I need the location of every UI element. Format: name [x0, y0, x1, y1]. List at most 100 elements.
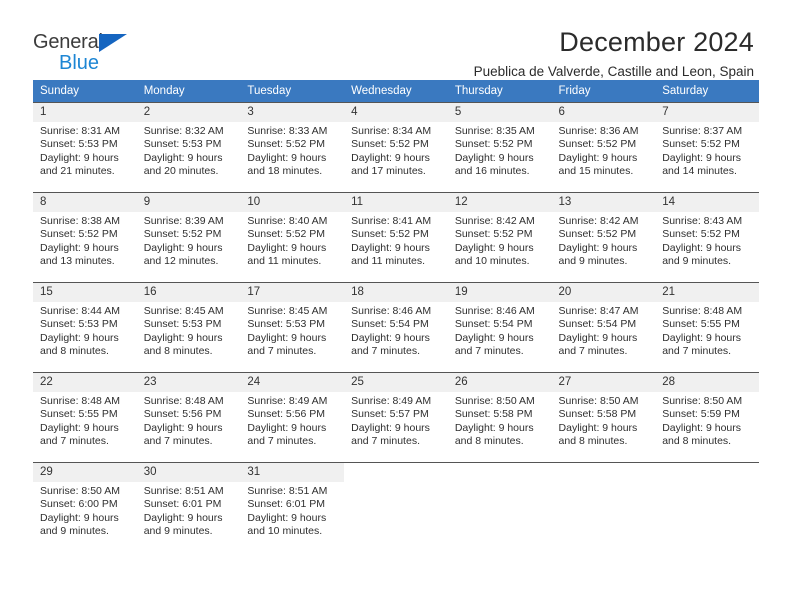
day-info: Sunrise: 8:33 AM Sunset: 5:52 PM Dayligh… — [240, 122, 344, 179]
day-cell[interactable]: 17 Sunrise: 8:45 AM Sunset: 5:53 PM Dayl… — [240, 282, 345, 358]
day-cell[interactable]: 9 Sunrise: 8:39 AM Sunset: 5:52 PM Dayli… — [136, 192, 241, 268]
daylight-text-line2: and 15 minutes. — [558, 165, 634, 178]
day-cell[interactable]: 22 Sunrise: 8:48 AM Sunset: 5:55 PM Dayl… — [33, 372, 137, 448]
sunrise-text: Sunrise: 8:47 AM — [558, 305, 639, 317]
daylight-text-line1: Daylight: 9 hours — [558, 331, 638, 344]
day-cell[interactable]: 20 Sunrise: 8:47 AM Sunset: 5:54 PM Dayl… — [551, 282, 656, 358]
title-block: December 2024 Pueblica de Valverde, Cast… — [141, 26, 756, 82]
week-spacer — [33, 358, 759, 373]
day-cell[interactable]: 11 Sunrise: 8:41 AM Sunset: 5:52 PM Dayl… — [344, 192, 448, 268]
sunrise-text: Sunrise: 8:35 AM — [454, 125, 535, 137]
day-info: Sunrise: 8:51 AM Sunset: 6:01 PM Dayligh… — [137, 482, 241, 539]
day-info: Sunrise: 8:43 AM Sunset: 5:52 PM Dayligh… — [655, 212, 759, 269]
daylight-text-line2: and 9 minutes. — [143, 525, 213, 538]
daylight-text-line2: and 21 minutes. — [40, 165, 115, 178]
weekday-header-sunday: Sunday — [33, 80, 137, 103]
daylight-text-line2: and 11 minutes. — [247, 255, 322, 268]
sunset-text: Sunset: 5:56 PM — [247, 408, 326, 421]
day-cell[interactable]: 7 Sunrise: 8:37 AM Sunset: 5:52 PM Dayli… — [655, 102, 759, 178]
daylight-text-line1: Daylight: 9 hours — [662, 241, 742, 254]
week-spacer — [33, 268, 759, 283]
sunrise-text: Sunrise: 8:48 AM — [40, 395, 120, 407]
day-info: Sunrise: 8:48 AM Sunset: 5:56 PM Dayligh… — [137, 392, 241, 449]
day-cell[interactable]: 29 Sunrise: 8:50 AM Sunset: 6:00 PM Dayl… — [33, 462, 137, 539]
daylight-text-line2: and 10 minutes. — [247, 525, 323, 538]
day-info: Sunrise: 8:50 AM Sunset: 5:59 PM Dayligh… — [655, 392, 759, 449]
generalblue-logo[interactable]: General Blue — [33, 26, 141, 74]
day-cell[interactable]: 19 Sunrise: 8:46 AM Sunset: 5:54 PM Dayl… — [447, 282, 552, 358]
sunset-text: Sunset: 5:54 PM — [454, 318, 533, 331]
day-cell[interactable]: 10 Sunrise: 8:40 AM Sunset: 5:52 PM Dayl… — [240, 192, 345, 268]
day-number: 3 — [240, 103, 345, 122]
day-cell[interactable]: 6 Sunrise: 8:36 AM Sunset: 5:52 PM Dayli… — [551, 102, 656, 178]
sunrise-text: Sunrise: 8:34 AM — [351, 125, 432, 137]
daylight-text-line1: Daylight: 9 hours — [662, 151, 742, 164]
day-info: Sunrise: 8:50 AM Sunset: 6:00 PM Dayligh… — [33, 482, 137, 539]
sunset-text: Sunset: 6:00 PM — [40, 498, 118, 511]
day-cell[interactable]: 23 Sunrise: 8:48 AM Sunset: 5:56 PM Dayl… — [136, 372, 241, 449]
day-number: 29 — [33, 463, 137, 482]
daylight-text-line1: Daylight: 9 hours — [247, 241, 327, 254]
day-cell[interactable]: 8 Sunrise: 8:38 AM Sunset: 5:52 PM Dayli… — [33, 192, 137, 268]
sunrise-text: Sunrise: 8:37 AM — [662, 125, 743, 137]
daylight-text-line2: and 9 minutes. — [558, 255, 628, 268]
sunrise-text: Sunrise: 8:38 AM — [40, 215, 120, 227]
day-cell[interactable]: 1 Sunrise: 8:31 AM Sunset: 5:53 PM Dayli… — [33, 102, 137, 178]
day-cell[interactable]: 15 Sunrise: 8:44 AM Sunset: 5:53 PM Dayl… — [33, 282, 137, 358]
day-cell[interactable]: 26 Sunrise: 8:50 AM Sunset: 5:58 PM Dayl… — [447, 372, 552, 448]
daylight-text-line1: Daylight: 9 hours — [143, 241, 223, 254]
day-cell[interactable]: 3 Sunrise: 8:33 AM Sunset: 5:52 PM Dayli… — [240, 102, 345, 179]
daylight-text-line1: Daylight: 9 hours — [351, 151, 430, 164]
sunset-text: Sunset: 5:54 PM — [558, 318, 637, 331]
sunset-text: Sunset: 5:58 PM — [454, 408, 533, 421]
week-spacer — [33, 448, 759, 463]
day-cell[interactable]: 18 Sunrise: 8:46 AM Sunset: 5:54 PM Dayl… — [344, 282, 448, 358]
day-number: 14 — [655, 193, 759, 212]
day-cell[interactable]: 2 Sunrise: 8:32 AM Sunset: 5:53 PM Dayli… — [136, 102, 241, 178]
daylight-text-line1: Daylight: 9 hours — [247, 151, 327, 164]
daylight-text-line1: Daylight: 9 hours — [247, 421, 327, 434]
sunrise-text: Sunrise: 8:39 AM — [143, 215, 224, 227]
day-cell[interactable]: 28 Sunrise: 8:50 AM Sunset: 5:59 PM Dayl… — [655, 372, 759, 449]
sunset-text: Sunset: 5:52 PM — [143, 228, 222, 241]
daylight-text-line1: Daylight: 9 hours — [454, 421, 534, 434]
day-cell[interactable]: 13 Sunrise: 8:42 AM Sunset: 5:52 PM Dayl… — [551, 192, 656, 269]
day-number: 15 — [33, 283, 137, 302]
sunrise-text: Sunrise: 8:50 AM — [454, 395, 535, 407]
sunrise-text: Sunrise: 8:51 AM — [143, 485, 224, 497]
sunset-text: Sunset: 5:52 PM — [662, 228, 740, 241]
daylight-text-line2: and 8 minutes. — [40, 345, 109, 358]
day-number: 4 — [344, 103, 448, 122]
day-cell[interactable]: 25 Sunrise: 8:49 AM Sunset: 5:57 PM Dayl… — [344, 372, 448, 448]
day-cell[interactable]: 30 Sunrise: 8:51 AM Sunset: 6:01 PM Dayl… — [136, 462, 241, 539]
day-info: Sunrise: 8:42 AM Sunset: 5:52 PM Dayligh… — [552, 212, 656, 269]
daylight-text-line1: Daylight: 9 hours — [558, 421, 638, 434]
day-number: 6 — [551, 103, 656, 122]
sunrise-text: Sunrise: 8:32 AM — [143, 125, 224, 137]
weekday-header-tuesday: Tuesday — [240, 80, 345, 103]
logo-text-blue: Blue — [59, 52, 100, 74]
day-cell[interactable]: 12 Sunrise: 8:42 AM Sunset: 5:52 PM Dayl… — [447, 192, 552, 269]
page-title: December 2024 — [559, 27, 754, 57]
sunrise-text: Sunrise: 8:50 AM — [40, 485, 120, 497]
sunset-text: Sunset: 5:55 PM — [662, 318, 740, 331]
daylight-text-line1: Daylight: 9 hours — [351, 331, 430, 344]
day-number: 12 — [447, 193, 552, 212]
day-cell[interactable]: 14 Sunrise: 8:43 AM Sunset: 5:52 PM Dayl… — [655, 192, 759, 269]
day-cell[interactable]: 24 Sunrise: 8:49 AM Sunset: 5:56 PM Dayl… — [240, 372, 345, 448]
sunset-text: Sunset: 5:52 PM — [662, 138, 740, 151]
day-cell[interactable]: 31 Sunrise: 8:51 AM Sunset: 6:01 PM Dayl… — [240, 462, 345, 538]
sunset-text: Sunset: 5:58 PM — [558, 408, 637, 421]
day-info: Sunrise: 8:42 AM Sunset: 5:52 PM Dayligh… — [448, 212, 552, 269]
weekday-header-wednesday: Wednesday — [344, 80, 448, 103]
daylight-text-line1: Daylight: 9 hours — [40, 151, 119, 164]
day-number: 31 — [240, 463, 345, 482]
day-cell[interactable]: 21 Sunrise: 8:48 AM Sunset: 5:55 PM Dayl… — [655, 282, 759, 358]
day-number: 24 — [240, 373, 345, 392]
daylight-text-line2: and 12 minutes. — [143, 255, 219, 268]
day-cell[interactable]: 16 Sunrise: 8:45 AM Sunset: 5:53 PM Dayl… — [136, 282, 241, 358]
day-cell[interactable]: 5 Sunrise: 8:35 AM Sunset: 5:52 PM Dayli… — [447, 102, 552, 178]
day-cell[interactable]: 27 Sunrise: 8:50 AM Sunset: 5:58 PM Dayl… — [551, 372, 656, 448]
day-cell[interactable]: 4 Sunrise: 8:34 AM Sunset: 5:52 PM Dayli… — [344, 102, 448, 178]
week-spacer — [33, 178, 759, 193]
